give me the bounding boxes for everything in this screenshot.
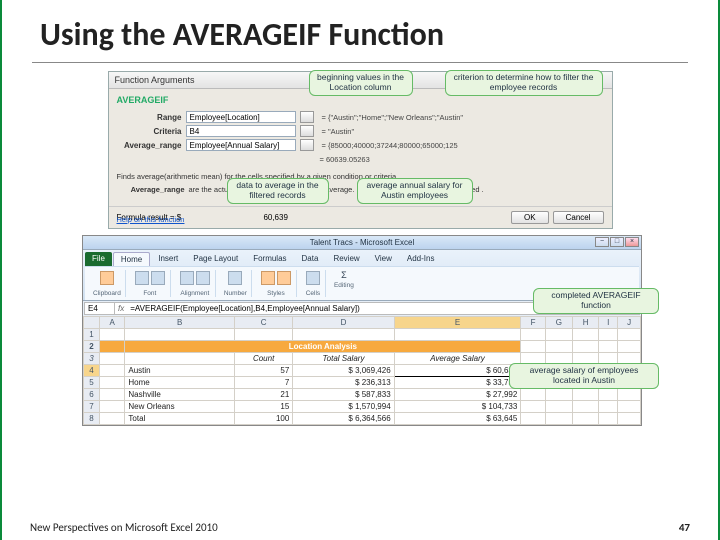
tab-formulas[interactable]: Formulas bbox=[246, 252, 293, 266]
format-icon[interactable] bbox=[277, 271, 291, 285]
ok-button[interactable]: OK bbox=[511, 211, 549, 224]
avgrange-input[interactable]: Employee[Annual Salary] bbox=[186, 139, 296, 151]
avgrange-label: Average_range bbox=[117, 141, 182, 150]
range-label: Range bbox=[117, 113, 182, 122]
minimize-icon[interactable]: − bbox=[595, 237, 609, 247]
result-value: = 60639.05263 bbox=[320, 155, 370, 164]
cancel-button[interactable]: Cancel bbox=[553, 211, 604, 224]
tab-view[interactable]: View bbox=[368, 252, 399, 266]
criteria-result: = "Austin" bbox=[322, 127, 355, 136]
name-box[interactable]: E4 bbox=[85, 303, 115, 314]
number-icon[interactable] bbox=[228, 271, 242, 285]
align-icon[interactable] bbox=[180, 271, 194, 285]
table-header: Location Analysis bbox=[125, 341, 521, 353]
callout-result: average annual salary for Austin employe… bbox=[357, 178, 473, 204]
criteria-refedit-button[interactable] bbox=[300, 125, 314, 137]
fx-icon[interactable]: fx bbox=[115, 304, 127, 313]
window-controls: − □ × bbox=[595, 237, 639, 247]
function-arguments-dialog: Function Arguments AVERAGEIF Range Emplo… bbox=[108, 71, 613, 229]
slide-footer: New Perspectives on Microsoft Excel 2010… bbox=[30, 521, 690, 534]
callout-avg-austin: average salary of employees located in A… bbox=[509, 363, 659, 389]
excel-window: Talent Tracs - Microsoft Excel − □ × Fil… bbox=[82, 235, 642, 426]
range-result: = {"Austin";"Home";"New Orleans";"Austin… bbox=[322, 113, 464, 122]
styles-icon[interactable] bbox=[261, 271, 275, 285]
title-rule bbox=[32, 62, 688, 63]
excel-titlebar: Talent Tracs - Microsoft Excel − □ × bbox=[83, 236, 641, 250]
callout-avgrange: data to average in the filtered records bbox=[227, 178, 329, 204]
help-link[interactable]: Help on this function bbox=[117, 215, 185, 224]
slide-title: Using the AVERAGEIF Function bbox=[2, 0, 718, 62]
avgrange-result: = {85000;40000;37244;80000;65000;125 bbox=[322, 141, 458, 150]
maximize-icon[interactable]: □ bbox=[610, 237, 624, 247]
tab-file[interactable]: File bbox=[85, 252, 112, 266]
tab-addins[interactable]: Add-Ins bbox=[400, 252, 442, 266]
function-name: AVERAGEIF bbox=[117, 95, 604, 105]
range-refedit-button[interactable] bbox=[300, 111, 314, 123]
range-input[interactable]: Employee[Location] bbox=[186, 111, 296, 123]
font-icon[interactable] bbox=[135, 271, 149, 285]
avgrange-refedit-button[interactable] bbox=[300, 139, 314, 151]
paste-icon[interactable] bbox=[100, 271, 114, 285]
footer-text: New Perspectives on Microsoft Excel 2010 bbox=[30, 521, 218, 534]
tab-review[interactable]: Review bbox=[326, 252, 366, 266]
selected-cell: $ 60,639 bbox=[394, 365, 521, 377]
wrap-icon[interactable] bbox=[196, 271, 210, 285]
close-icon[interactable]: × bbox=[625, 237, 639, 247]
cells-icon[interactable] bbox=[306, 271, 320, 285]
tab-home[interactable]: Home bbox=[113, 252, 150, 266]
criteria-label: Criteria bbox=[117, 127, 182, 136]
callout-formula: completed AVERAGEIF function bbox=[533, 288, 659, 314]
page-number: 47 bbox=[679, 521, 690, 534]
callout-criteria: criterion to determine how to filter the… bbox=[445, 70, 603, 96]
tab-pagelayout[interactable]: Page Layout bbox=[186, 252, 245, 266]
callout-range: beginning values in the Location column bbox=[309, 70, 413, 96]
bold-icon[interactable] bbox=[151, 271, 165, 285]
formula-result-value: 60,639 bbox=[263, 213, 287, 222]
tab-data[interactable]: Data bbox=[295, 252, 326, 266]
criteria-input[interactable]: B4 bbox=[186, 125, 296, 137]
tab-insert[interactable]: Insert bbox=[151, 252, 185, 266]
